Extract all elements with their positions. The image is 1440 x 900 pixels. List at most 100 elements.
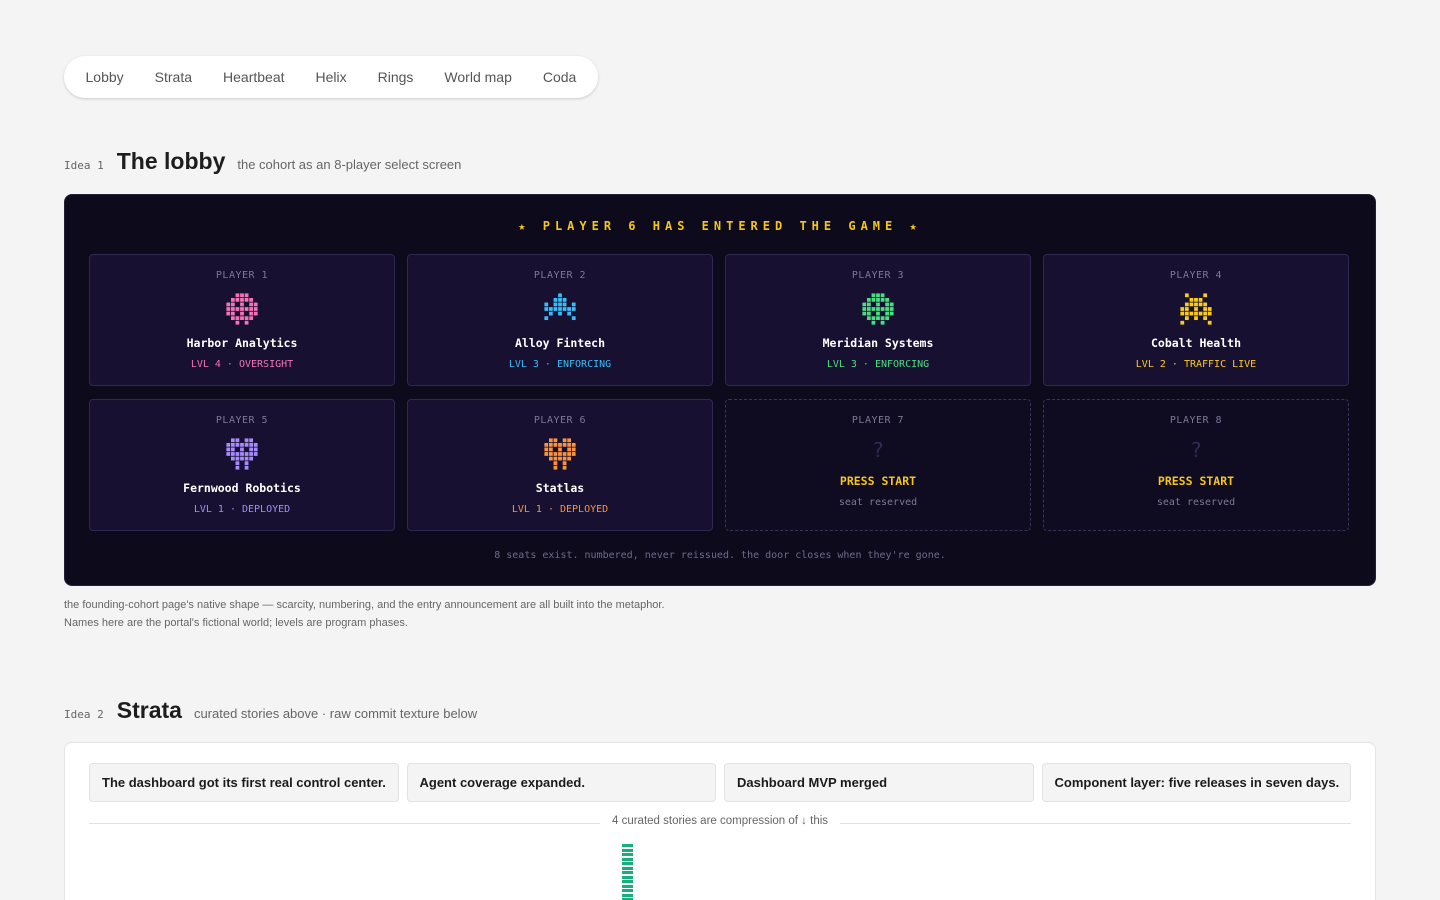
- sprite-pixel: [876, 307, 880, 311]
- compression-divider: 4 curated stories are compression of ↓ t…: [89, 813, 1351, 833]
- sprite-pixel: [880, 320, 885, 325]
- sprite-pixel: [1194, 316, 1198, 321]
- sprite-pixel: [235, 452, 240, 456]
- sprite-pixel: [1203, 307, 1208, 311]
- idea2-tag: Idea 2: [64, 708, 104, 721]
- commit-bar: [622, 853, 633, 856]
- sprite-pixel: [249, 297, 254, 302]
- sprite-pixel: [1198, 297, 1203, 302]
- sprite-pixel: [571, 307, 576, 311]
- press-start-button[interactable]: PRESS START: [1044, 474, 1348, 488]
- sprite-pixel: [230, 311, 235, 316]
- story-card[interactable]: The dashboard got its first real control…: [89, 763, 399, 802]
- sprite-pixel: [1207, 311, 1212, 316]
- commit-bar: [622, 893, 633, 897]
- sprite-pixel: [244, 452, 249, 456]
- player-slot-6[interactable]: PLAYER 6 Statlas LVL 1 · DEPLOYED: [407, 399, 713, 531]
- tab-heartbeat[interactable]: Heartbeat: [208, 56, 300, 98]
- sprite-pixel: [235, 293, 240, 298]
- idea2-title: Strata: [116, 697, 182, 723]
- tab-rings[interactable]: Rings: [362, 56, 429, 98]
- sprite-pixel: [1194, 297, 1198, 302]
- sprite-pixel: [253, 307, 258, 311]
- sprite-pixel: [1184, 302, 1189, 307]
- invader-sprite-icon: [1180, 293, 1212, 325]
- seat-reserved-note: seat reserved: [838, 497, 918, 508]
- sprite-pixel: [553, 307, 558, 311]
- lobby-caption: the founding-cohort page's native shape …: [64, 599, 665, 629]
- press-start-button[interactable]: PRESS START: [726, 474, 1030, 488]
- sprite-pixel: [240, 442, 244, 447]
- tab-coda[interactable]: Coda: [527, 56, 591, 98]
- sprite-pixel: [562, 465, 567, 470]
- sprite-pixel: [885, 311, 890, 316]
- sprite-pixel: [553, 438, 558, 443]
- sprite-pixel: [1180, 320, 1185, 325]
- story-card[interactable]: Agent coverage expanded.: [406, 763, 716, 802]
- story-card[interactable]: Dashboard MVP merged: [724, 763, 1034, 802]
- sprite-pixel: [226, 442, 231, 447]
- lobby-footer-note: 8 seats exist. numbered, never reissued.…: [494, 550, 946, 561]
- sprite-pixel: [553, 302, 558, 307]
- sprite-pixel: [558, 293, 562, 298]
- sprite-pixel: [244, 307, 249, 311]
- player-slot-1[interactable]: PLAYER 1 Harbor Analytics LVL 4 · OVERSI…: [89, 254, 395, 386]
- sprite-pixel: [244, 461, 249, 466]
- sprite-pixel: [226, 447, 231, 452]
- sprite-pixel: [235, 461, 240, 466]
- sprite-pixel: [558, 307, 562, 311]
- sprite-pixel: [548, 447, 553, 452]
- tab-world-map[interactable]: World map: [429, 56, 527, 98]
- sprite-pixel: [244, 438, 249, 443]
- sprite-pixel: [885, 297, 890, 302]
- player-slot-3[interactable]: PLAYER 3 Meridian Systems LVL 3 · ENFORC…: [725, 254, 1031, 386]
- sprite-pixel: [249, 442, 254, 447]
- sprite-pixel: [544, 302, 549, 307]
- player-slot-2[interactable]: PLAYER 2 Alloy Fintech LVL 3 · ENFORCING: [407, 254, 713, 386]
- sprite-pixel: [1180, 307, 1185, 311]
- divider-label: 4 curated stories are compression of ↓ t…: [599, 815, 841, 827]
- player-level: LVL 4 · OVERSIGHT: [190, 359, 294, 370]
- sprite-pixel: [544, 442, 549, 447]
- sprite-pixel: [548, 442, 553, 447]
- sprite-pixel: [230, 316, 235, 321]
- sprite-pixel: [880, 297, 885, 302]
- sprite-pixel: [240, 302, 244, 307]
- story-card[interactable]: Component layer: five releases in seven …: [1041, 763, 1351, 802]
- tab-helix[interactable]: Helix: [300, 56, 362, 98]
- sprite-pixel: [1189, 297, 1194, 302]
- sprite-pixel: [244, 316, 249, 321]
- hollow-gem-sprite-icon: [226, 293, 258, 325]
- sprite-pixel: [244, 297, 249, 302]
- sprite-pixel: [880, 293, 885, 298]
- sprite-pixel: [1194, 302, 1198, 307]
- player-slot-7[interactable]: PLAYER 7 ? PRESS START seat reserved: [725, 399, 1031, 531]
- tab-strata[interactable]: Strata: [139, 56, 207, 98]
- sprite-pixel: [871, 297, 876, 302]
- player-slot-4[interactable]: PLAYER 4 Cobalt Health LVL 2 · TRAFFIC L…: [1043, 254, 1349, 386]
- idea2-header: Idea 2 Strata curated stories above · ra…: [64, 697, 477, 724]
- sprite-pixel: [230, 456, 235, 461]
- sprite-pixel: [558, 442, 562, 447]
- sprite-pixel: [230, 297, 235, 302]
- sprite-pixel: [240, 293, 244, 298]
- player-name: Cobalt Health: [1150, 336, 1241, 350]
- tab-lobby[interactable]: Lobby: [70, 56, 139, 98]
- sprite-pixel: [548, 438, 553, 443]
- sprite-pixel: [562, 452, 567, 456]
- sprite-pixel: [571, 442, 576, 447]
- player-grid: PLAYER 1 Harbor Analytics LVL 4 · OVERSI…: [89, 254, 1351, 531]
- seat-reserved-note: seat reserved: [1156, 497, 1236, 508]
- commit-bar: [622, 866, 633, 870]
- sprite-pixel: [558, 302, 562, 307]
- sprite-pixel: [885, 307, 890, 311]
- sprite-pixel: [567, 438, 572, 443]
- player-slot-5[interactable]: PLAYER 5 Fernwood Robotics LVL 1 · DEPLO…: [89, 399, 395, 531]
- sprite-pixel: [240, 456, 244, 461]
- sprite-pixel: [889, 311, 894, 316]
- sprite-pixel: [1203, 302, 1208, 307]
- sprite-pixel: [1198, 302, 1203, 307]
- sprite-pixel: [253, 302, 258, 307]
- player-slot-8[interactable]: PLAYER 8 ? PRESS START seat reserved: [1043, 399, 1349, 531]
- sprite-pixel: [235, 456, 240, 461]
